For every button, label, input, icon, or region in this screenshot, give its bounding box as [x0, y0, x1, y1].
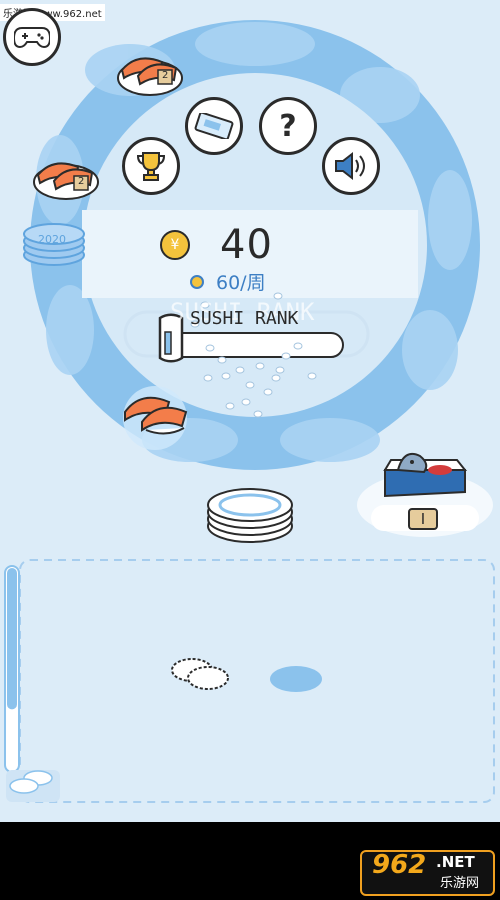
- plate-tag: 2: [162, 70, 169, 81]
- logo-number: 962: [372, 850, 427, 880]
- plate-tag: 2: [78, 176, 85, 187]
- trophy-icon: [136, 152, 166, 181]
- rank-bar-track: [164, 332, 344, 358]
- coin-display: ¥ 40: [160, 222, 273, 268]
- rank-title: SUSHI RANK: [190, 308, 299, 329]
- income-rate: 60/周: [190, 268, 266, 295]
- help-icon: ?: [279, 108, 297, 144]
- glowing-sushi[interactable]: [123, 386, 188, 450]
- ticket-icon: [194, 113, 234, 139]
- ticket-button[interactable]: [185, 97, 243, 155]
- station-level[interactable]: I: [408, 508, 438, 530]
- prep-area: [19, 559, 495, 803]
- income-rate-value: 60/周: [216, 272, 266, 294]
- rank-bar-cap-fill: [164, 331, 172, 355]
- logo-chinese: 乐游网: [440, 876, 480, 891]
- speaker-icon: [335, 151, 365, 181]
- coin-count: 40: [220, 222, 273, 268]
- plate-counter: 2020: [38, 233, 66, 246]
- rice-blob[interactable]: [171, 658, 229, 690]
- white-plate-stack[interactable]: [207, 488, 293, 543]
- help-button[interactable]: ?: [259, 97, 317, 155]
- game-scene: 乐游网 www.962.net ? 2 2 2020 ¥ 40 60/周 SUS…: [0, 0, 500, 900]
- rate-coin-icon: [190, 274, 204, 289]
- rice-tray[interactable]: [6, 770, 60, 802]
- sound-button[interactable]: [322, 137, 380, 195]
- rice-slot[interactable]: [270, 666, 322, 692]
- gamepad-icon: [14, 27, 50, 48]
- sushi-plate-2[interactable]: [33, 162, 99, 200]
- scene-art: [4, 20, 495, 803]
- trophy-button[interactable]: [122, 137, 180, 195]
- coin-icon: ¥: [160, 230, 190, 260]
- feed-gauge-fill: [7, 568, 17, 710]
- gamepad-button[interactable]: [3, 8, 61, 66]
- logo-net: .NET: [436, 853, 475, 871]
- coin-symbol: ¥: [170, 237, 180, 253]
